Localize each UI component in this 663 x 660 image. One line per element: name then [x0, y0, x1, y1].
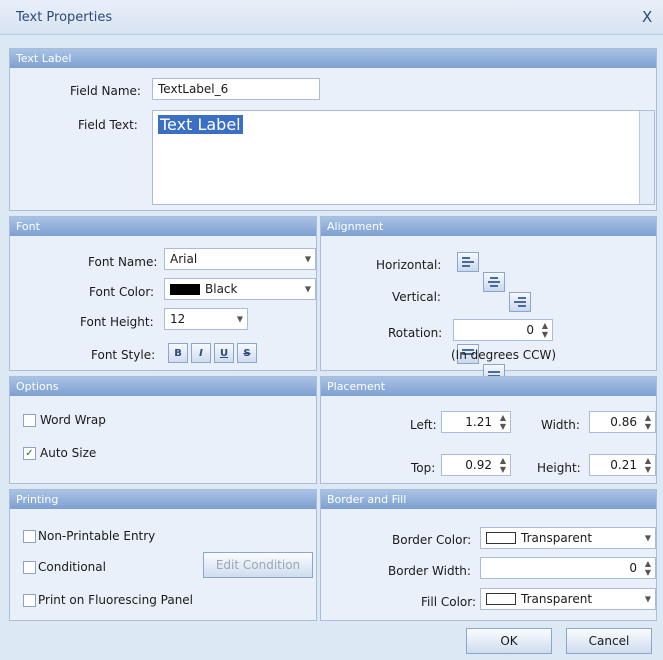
align-center-icon[interactable] [483, 272, 505, 292]
close-icon[interactable]: X [642, 8, 652, 26]
field-text-area[interactable]: Text Label [152, 110, 655, 205]
height-value: 0.21 [610, 458, 637, 472]
font-height-value: 12 [170, 312, 186, 326]
left-label: Left: [410, 418, 437, 432]
strikethrough-button[interactable]: S [237, 343, 257, 363]
color-swatch [486, 532, 516, 544]
spinner-icon[interactable]: ▲ ▼ [500, 413, 506, 431]
chevron-down-icon: ▼ [644, 533, 651, 543]
rotation-value: 0 [526, 323, 534, 337]
height-input[interactable]: 0.21 ▲ ▼ [589, 454, 656, 476]
spinner-icon[interactable]: ▲ ▼ [542, 321, 548, 339]
spinner-icon[interactable]: ▲ ▼ [645, 413, 651, 431]
border-color-value: Transparent [521, 531, 593, 545]
conditional-label: Conditional [38, 560, 106, 574]
field-name-label: Field Name: [70, 84, 141, 98]
field-text-value: Text Label [158, 115, 243, 134]
font-name-select[interactable]: Arial ▼ [164, 248, 316, 270]
fill-color-select[interactable]: Transparent ▼ [480, 588, 656, 610]
font-color-select[interactable]: Black ▼ [164, 278, 316, 300]
auto-size-checkbox[interactable]: ✓ [23, 447, 36, 460]
chevron-down-icon: ▼ [236, 314, 243, 324]
fluorescing-label: Print on Fluorescing Panel [38, 593, 194, 607]
horizontal-label: Horizontal: [376, 258, 442, 272]
section-header-border-fill: Border and Fill [321, 490, 656, 509]
non-printable-checkbox[interactable] [23, 530, 36, 543]
ok-button[interactable]: OK [466, 628, 552, 654]
word-wrap-checkbox[interactable] [23, 414, 36, 427]
vertical-label: Vertical: [392, 290, 441, 304]
rotation-input[interactable]: 0 ▲ ▼ [453, 319, 553, 341]
conditional-checkbox[interactable] [23, 561, 36, 574]
chevron-down-icon: ▼ [304, 254, 311, 264]
word-wrap-label: Word Wrap [40, 413, 106, 427]
font-name-label: Font Name: [88, 255, 158, 269]
width-input[interactable]: 0.86 ▲ ▼ [589, 411, 656, 433]
section-header-alignment: Alignment [321, 217, 656, 236]
top-input[interactable]: 0.92 ▲ ▼ [441, 454, 511, 476]
font-color-value: Black [205, 282, 238, 296]
fill-color-label: Fill Color: [421, 595, 477, 609]
color-swatch [170, 283, 200, 295]
height-label: Height: [537, 461, 581, 475]
field-name-input[interactable]: TextLabel_6 [152, 78, 320, 100]
scrollbar[interactable] [639, 111, 654, 204]
edit-condition-button[interactable]: Edit Condition [203, 552, 313, 578]
rotation-label: Rotation: [388, 326, 443, 340]
border-color-select[interactable]: Transparent ▼ [480, 527, 656, 549]
italic-button[interactable]: I [191, 343, 211, 363]
rotation-note: (In degrees CCW) [451, 348, 557, 362]
window-title: Text Properties [16, 10, 113, 25]
border-width-value: 0 [629, 561, 637, 575]
underline-button[interactable]: U [214, 343, 234, 363]
color-swatch [486, 593, 516, 605]
section-header-font: Font [10, 217, 316, 236]
font-name-value: Arial [170, 252, 198, 266]
left-input[interactable]: 1.21 ▲ ▼ [441, 411, 511, 433]
border-width-label: Border Width: [388, 564, 471, 578]
top-label: Top: [411, 461, 436, 475]
field-text-label: Field Text: [78, 118, 138, 132]
font-height-label: Font Height: [80, 315, 154, 329]
align-right-icon[interactable] [509, 292, 531, 312]
section-header-printing: Printing [10, 490, 316, 509]
font-height-select[interactable]: 12 ▼ [164, 308, 248, 330]
left-value: 1.21 [465, 415, 492, 429]
width-value: 0.86 [610, 415, 637, 429]
top-value: 0.92 [465, 458, 492, 472]
font-style-label: Font Style: [91, 348, 156, 362]
section-header-placement: Placement [321, 377, 656, 396]
spinner-icon[interactable]: ▲ ▼ [645, 456, 651, 474]
spinner-icon[interactable]: ▲ ▼ [645, 559, 651, 577]
section-header-options: Options [10, 377, 316, 396]
spinner-icon[interactable]: ▲ ▼ [500, 456, 506, 474]
bold-button[interactable]: B [168, 343, 188, 363]
align-left-icon[interactable] [457, 252, 479, 272]
options-panel: Options [9, 376, 317, 484]
auto-size-label: Auto Size [40, 446, 97, 460]
border-color-label: Border Color: [392, 533, 472, 547]
fill-color-value: Transparent [521, 592, 593, 606]
fluorescing-checkbox[interactable] [23, 594, 36, 607]
non-printable-label: Non-Printable Entry [38, 529, 156, 543]
border-width-input[interactable]: 0 ▲ ▼ [480, 557, 656, 579]
chevron-down-icon: ▼ [644, 594, 651, 604]
chevron-down-icon: ▼ [304, 284, 311, 294]
cancel-button[interactable]: Cancel [566, 628, 652, 654]
font-color-label: Font Color: [89, 285, 155, 299]
width-label: Width: [541, 418, 580, 432]
section-header-text-label: Text Label [10, 49, 656, 68]
